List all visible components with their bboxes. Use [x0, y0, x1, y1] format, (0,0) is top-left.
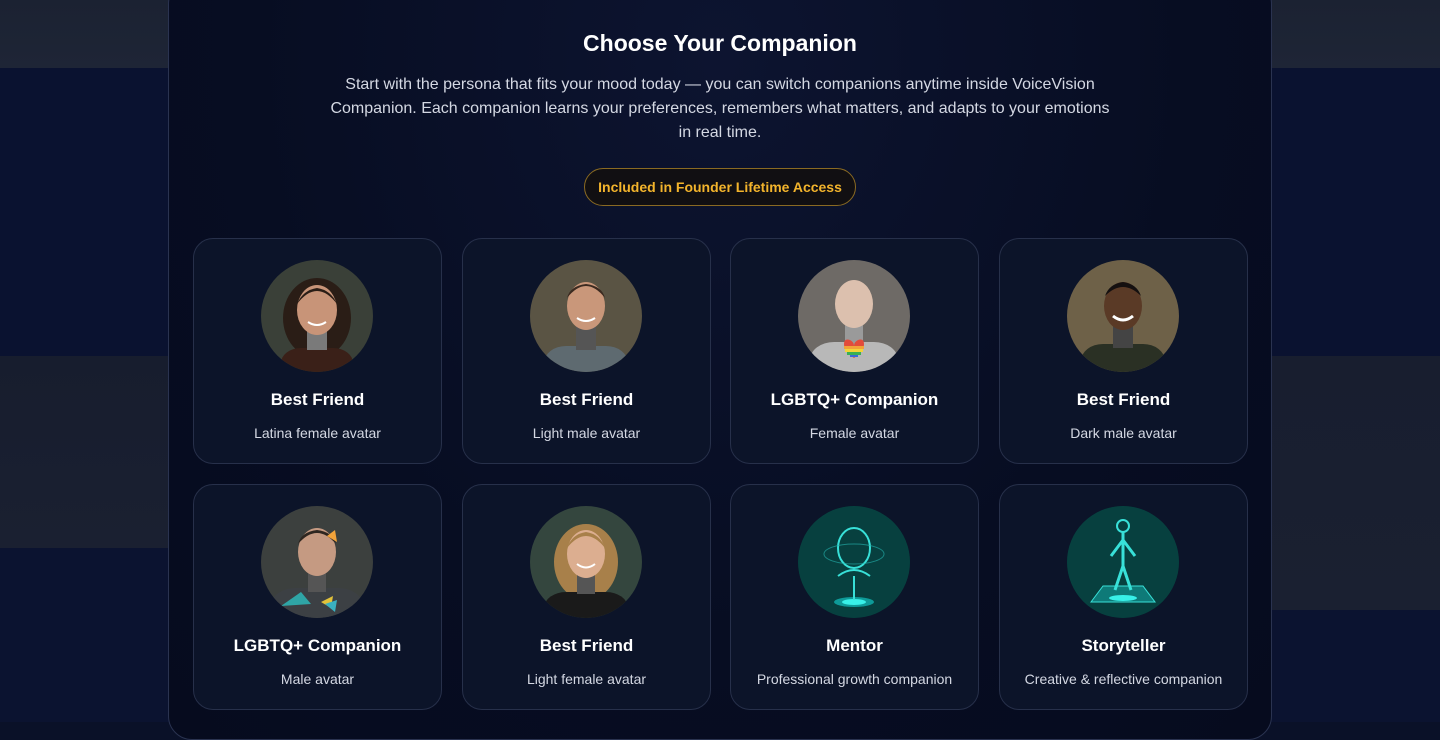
companion-card-lgbtq-male[interactable]: LGBTQ+ Companion Male avatar [193, 484, 442, 710]
companion-card-dark-male[interactable]: Best Friend Dark male avatar [999, 238, 1248, 464]
companion-card-storyteller[interactable]: Storyteller Creative & reflective compan… [999, 484, 1248, 710]
companion-subtitle: Dark male avatar [1070, 425, 1177, 441]
companion-subtitle: Latina female avatar [254, 425, 381, 441]
companion-subtitle: Creative & reflective companion [1024, 671, 1223, 687]
section-title: Choose Your Companion [583, 30, 857, 56]
companion-title: LGBTQ+ Companion [233, 636, 402, 655]
light-male-avatar [530, 260, 642, 372]
companion-title: Best Friend [1076, 390, 1171, 409]
companion-title: Best Friend [539, 636, 634, 655]
companion-card-light-female[interactable]: Best Friend Light female avatar [462, 484, 711, 710]
companion-card-latina-female[interactable]: Best Friend Latina female avatar [193, 238, 442, 464]
companion-title: Storyteller [1081, 636, 1166, 655]
lgbtq-female-avatar [798, 260, 910, 372]
companion-title: LGBTQ+ Companion [770, 390, 939, 409]
companion-title: Best Friend [539, 390, 634, 409]
companion-title: Best Friend [270, 390, 365, 409]
section-subtitle: Start with the persona that fits your mo… [330, 76, 1110, 141]
companion-title: Mentor [826, 636, 883, 655]
mentor-hologram-avatar [798, 506, 910, 618]
light-female-avatar [530, 506, 642, 618]
storyteller-hologram-avatar [1067, 506, 1179, 618]
lgbtq-male-avatar [261, 506, 373, 618]
companion-card-mentor[interactable]: Mentor Professional growth companion [730, 484, 979, 710]
companion-subtitle: Female avatar [809, 425, 900, 441]
founder-access-badge: Included in Founder Lifetime Access [584, 168, 856, 206]
companion-subtitle: Male avatar [280, 671, 355, 687]
companion-subtitle: Light male avatar [532, 425, 641, 441]
latina-female-avatar [261, 260, 373, 372]
dark-male-avatar [1067, 260, 1179, 372]
companion-subtitle: Light female avatar [526, 671, 647, 687]
page-background-right [1272, 0, 1440, 722]
companion-card-light-male[interactable]: Best Friend Light male avatar [462, 238, 711, 464]
companion-card-lgbtq-female[interactable]: LGBTQ+ Companion Female avatar [730, 238, 979, 464]
companion-subtitle: Professional growth companion [756, 671, 953, 687]
